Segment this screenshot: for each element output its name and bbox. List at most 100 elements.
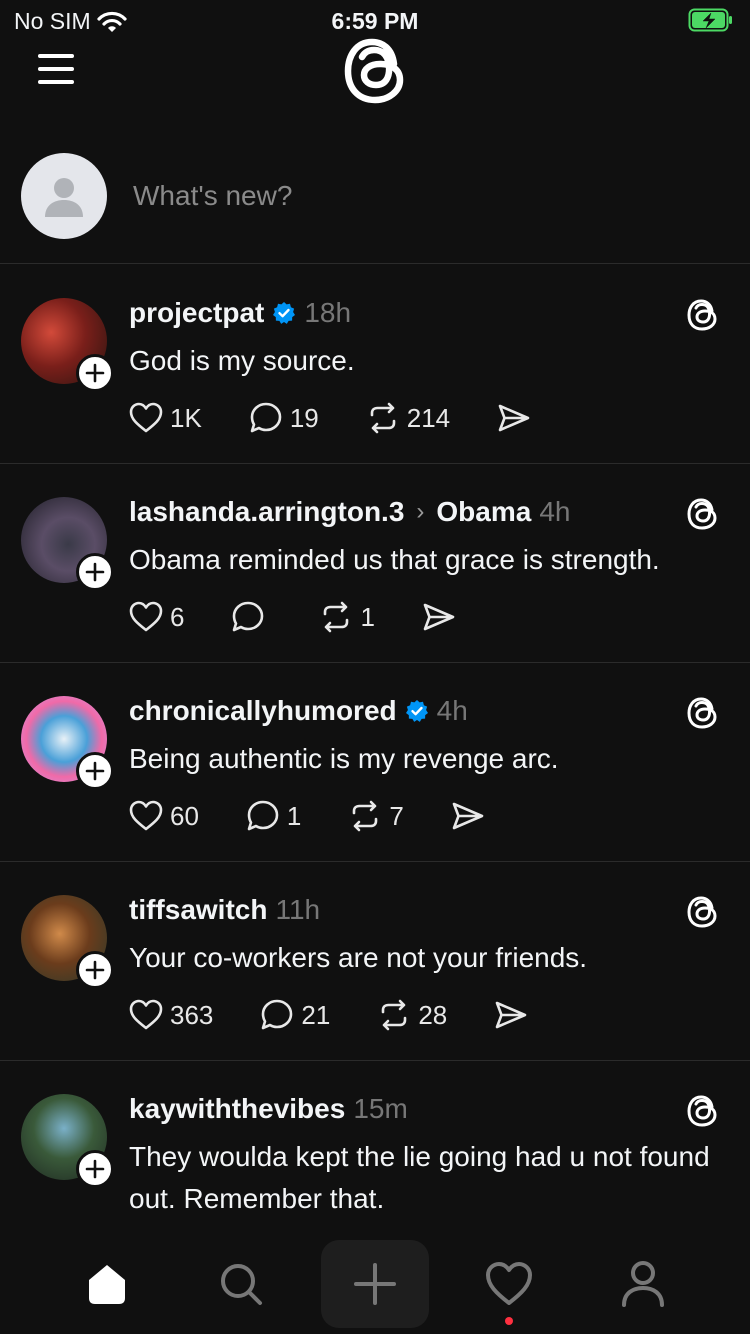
reply-count: 21 xyxy=(301,999,331,1030)
composer[interactable]: What's new? xyxy=(0,150,750,264)
like-button[interactable]: 1K xyxy=(128,400,202,436)
feed-post[interactable]: chronicallyhumored 4h Being authentic is m… xyxy=(0,663,750,862)
status-bar: No SIM 6:59 PM xyxy=(0,0,750,40)
post-username[interactable]: projectpat xyxy=(129,297,264,329)
reply-count: 19 xyxy=(289,402,319,433)
post-text: Your co-workers are not your friends. xyxy=(129,942,588,973)
threads-icon[interactable] xyxy=(686,895,718,929)
heart-icon xyxy=(129,601,163,632)
reply-button[interactable]: 1 xyxy=(245,798,301,834)
share-button[interactable] xyxy=(496,400,532,436)
post-username[interactable]: tiffsawitch xyxy=(129,894,267,926)
post-username[interactable]: chronicallyhumored xyxy=(129,695,397,727)
reply-button[interactable]: 19 xyxy=(248,400,319,436)
post-actions: 60 1 7 xyxy=(128,798,486,834)
repost-button[interactable]: 214 xyxy=(365,400,450,436)
like-button[interactable]: 6 xyxy=(128,599,184,635)
share-icon xyxy=(498,404,530,432)
threads-icon[interactable] xyxy=(686,298,718,332)
reply-button[interactable]: 21 xyxy=(259,997,330,1033)
post-time: 4h xyxy=(436,695,468,726)
plus-icon xyxy=(85,960,105,980)
threads-icon[interactable] xyxy=(686,1094,718,1128)
comment-icon xyxy=(247,800,279,831)
like-count: 6 xyxy=(170,601,185,632)
heart-icon xyxy=(129,402,163,433)
tab-search[interactable] xyxy=(187,1240,295,1328)
share-icon xyxy=(495,1001,527,1029)
post-actions: 1K 19 214 xyxy=(128,400,532,436)
heart-icon xyxy=(486,1262,532,1305)
repost-button[interactable]: 28 xyxy=(376,997,447,1033)
post-header: lashanda.arrington.3 › Obama 4h xyxy=(129,496,571,528)
post-time: 11h xyxy=(275,894,321,925)
post-actions: 61 xyxy=(128,599,457,635)
repost-icon xyxy=(324,601,349,633)
repost-count: 1 xyxy=(360,601,375,632)
plus-icon xyxy=(85,1159,105,1179)
repost-button[interactable]: 1 xyxy=(318,599,375,635)
like-button[interactable]: 60 xyxy=(128,798,199,834)
tab-bar xyxy=(0,1240,750,1334)
comment-icon xyxy=(262,999,293,1030)
search-icon xyxy=(221,1264,262,1305)
follow-button[interactable] xyxy=(76,553,114,591)
share-button[interactable] xyxy=(421,599,457,635)
verified-badge-icon xyxy=(405,700,428,722)
follow-button[interactable] xyxy=(76,1150,114,1188)
home-icon xyxy=(89,1265,125,1304)
post-username[interactable]: kaywiththevibes xyxy=(129,1093,345,1125)
post-text: Obama reminded us that grace is strength… xyxy=(129,544,660,575)
follow-button[interactable] xyxy=(76,951,114,989)
battery-charging-icon xyxy=(688,8,732,32)
post-text: Being authentic is my revenge arc. xyxy=(129,743,559,774)
post-header: kaywiththevibes 15m xyxy=(129,1093,408,1125)
feed-post[interactable]: tiffsawitch 11h Your co-workers are not yo… xyxy=(0,862,750,1061)
share-icon xyxy=(423,603,455,631)
follow-button[interactable] xyxy=(76,752,114,790)
feed-post[interactable]: projectpat 18h God is my source. 1K 19 214 xyxy=(0,265,750,464)
like-count: 60 xyxy=(170,800,199,831)
post-time: 4h xyxy=(539,496,571,527)
post-header: chronicallyhumored 4h xyxy=(129,695,468,727)
like-count: 363 xyxy=(170,999,214,1030)
reply-button[interactable] xyxy=(230,599,272,635)
repost-icon xyxy=(370,402,396,434)
repost-button[interactable]: 7 xyxy=(347,798,404,834)
post-reply-to[interactable]: Obama xyxy=(436,496,531,528)
repost-icon xyxy=(353,800,378,832)
share-button[interactable] xyxy=(450,798,486,834)
threads-icon[interactable] xyxy=(686,497,718,531)
post-actions: 363 21 28 xyxy=(128,997,529,1033)
menu-icon[interactable] xyxy=(36,52,76,86)
composer-placeholder[interactable]: What's new? xyxy=(133,180,292,212)
share-button[interactable] xyxy=(493,997,529,1033)
feed-post[interactable]: lashanda.arrington.3 › Obama 4h Obama remind… xyxy=(0,464,750,663)
notification-dot xyxy=(505,1317,513,1325)
like-button[interactable]: 363 xyxy=(128,997,213,1033)
post-time: 18h xyxy=(304,297,352,328)
threads-logo[interactable] xyxy=(344,38,406,104)
post-username[interactable]: lashanda.arrington.3 xyxy=(129,496,404,528)
post-text: God is my source. xyxy=(129,345,355,376)
heart-icon xyxy=(129,800,163,831)
follow-button[interactable] xyxy=(76,354,114,392)
comment-icon xyxy=(233,601,264,632)
plus-icon xyxy=(354,1263,396,1305)
verified-badge-icon xyxy=(273,302,296,324)
post-time: 15m xyxy=(353,1093,408,1124)
profile-icon xyxy=(622,1261,664,1307)
tab-compose[interactable] xyxy=(321,1240,429,1328)
tab-activity[interactable] xyxy=(455,1240,563,1328)
plus-icon xyxy=(85,562,105,582)
threads-icon[interactable] xyxy=(686,696,718,730)
tab-profile[interactable] xyxy=(589,1240,697,1328)
tab-home[interactable] xyxy=(53,1240,161,1328)
feed-post[interactable]: kaywiththevibes 15m They woulda kept the l… xyxy=(0,1061,750,1236)
like-count: 1K xyxy=(170,402,202,433)
default-avatar-icon xyxy=(45,178,83,217)
post-header: projectpat 18h xyxy=(129,297,351,329)
post-text: They woulda kept the lie going had u not… xyxy=(129,1141,710,1214)
repost-count: 7 xyxy=(389,800,404,831)
my-avatar[interactable] xyxy=(21,153,107,239)
